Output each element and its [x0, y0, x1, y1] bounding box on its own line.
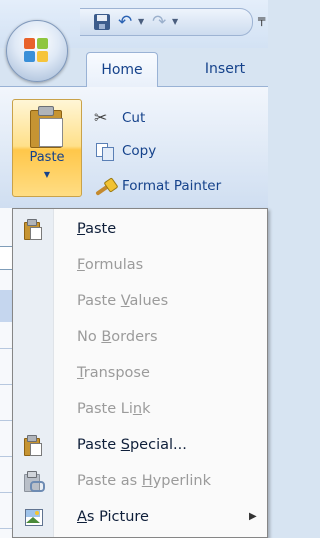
customize-qat-icon[interactable]: ╤	[258, 12, 265, 26]
paste-special-icon	[23, 435, 43, 456]
menu-item-transpose: Transpose	[13, 355, 267, 391]
cut-label: Cut	[122, 110, 146, 126]
paste-icon	[23, 219, 43, 240]
picture-icon	[23, 507, 43, 527]
menu-item-paste-values: Paste Values	[13, 283, 267, 319]
menu-item-label: Paste Special...	[77, 437, 187, 453]
menu-item-as-picture[interactable]: As Picture ▶	[13, 499, 267, 535]
submenu-arrow-icon: ▶	[249, 511, 257, 522]
menu-item-label: Paste Values	[77, 293, 169, 309]
quick-access-toolbar: ↶ ▼ ↷ ▼	[80, 8, 253, 36]
undo-icon[interactable]: ↶	[118, 13, 132, 31]
undo-dropdown-icon[interactable]: ▼	[138, 13, 144, 31]
scissors-icon: ✂	[94, 108, 108, 127]
menu-item-paste-link: Paste Link	[13, 391, 267, 427]
clipboard-icon	[30, 106, 63, 148]
format-painter-label: Format Painter	[122, 178, 222, 194]
copy-label: Copy	[122, 143, 157, 159]
redo-dropdown-icon[interactable]: ▼	[172, 13, 178, 31]
menu-item-label: As Picture	[77, 509, 149, 525]
menu-item-label: Paste	[77, 221, 117, 237]
paste-hyperlink-icon	[23, 471, 45, 492]
copy-icon	[94, 142, 114, 161]
tab-insert[interactable]: Insert	[194, 52, 256, 86]
paste-dropdown-icon[interactable]: ▼	[13, 170, 81, 180]
paste-button-label: Paste	[29, 150, 65, 165]
menu-item-paste-special[interactable]: Paste Special...	[13, 427, 267, 463]
column-header-edge	[0, 290, 12, 322]
save-icon[interactable]	[94, 14, 110, 30]
office-logo-icon	[24, 38, 50, 64]
paste-dropdown-menu: Paste Formulas Paste Values No Borders Trans…	[12, 208, 268, 538]
menu-item-label: Paste as Hyperlink	[77, 473, 212, 489]
menu-item-no-borders: No Borders	[13, 319, 267, 355]
menu-item-paste[interactable]: Paste	[13, 211, 267, 247]
menu-item-label: Formulas	[77, 257, 144, 273]
tab-home[interactable]: Home	[86, 52, 158, 87]
ribbon-clipboard-group: Paste ▼ ✂ Cut Copy Format Painter	[0, 86, 268, 209]
paste-button[interactable]: Paste ▼	[12, 99, 82, 197]
office-button[interactable]	[6, 20, 68, 82]
worksheet-edge	[0, 208, 13, 538]
menu-item-label: Paste Link	[77, 401, 151, 417]
menu-item-label: No Borders	[77, 329, 158, 345]
redo-icon[interactable]: ↷	[152, 13, 166, 31]
paintbrush-icon	[94, 177, 119, 196]
menu-item-formulas: Formulas	[13, 247, 267, 283]
menu-item-label: Transpose	[77, 365, 150, 381]
menu-item-paste-as-hyperlink: Paste as Hyperlink	[13, 463, 267, 499]
